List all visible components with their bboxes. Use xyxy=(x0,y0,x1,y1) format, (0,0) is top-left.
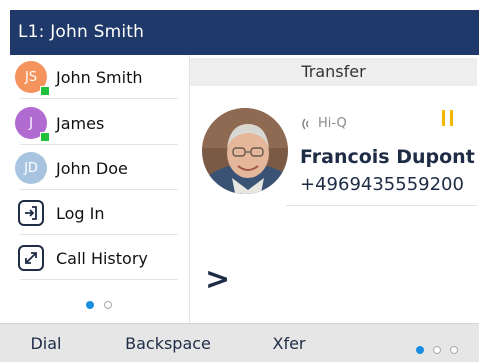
divider xyxy=(20,279,178,280)
presence-available-icon xyxy=(40,132,50,142)
caller-number: +4969435559200 xyxy=(300,174,464,195)
xfer-softkey[interactable]: Xfer xyxy=(264,324,314,363)
line-title-bar: L1: John Smith xyxy=(10,10,479,55)
page-dot xyxy=(103,301,112,309)
page-dot-active xyxy=(86,301,95,309)
sidebar-item-john-smith[interactable]: JS John Smith xyxy=(10,55,188,99)
sidebar: JS John Smith J James JD John Doe Log In… xyxy=(10,55,190,323)
divider xyxy=(286,205,477,206)
sidebar-page-indicator[interactable] xyxy=(10,294,188,313)
sidebar-item-label: James xyxy=(56,113,105,133)
sidebar-item-john-doe[interactable]: JD John Doe xyxy=(10,146,188,190)
sidebar-item-log-in[interactable]: Log In xyxy=(10,191,188,235)
hd-audio-badge: Hi-Q xyxy=(300,116,347,131)
sidebar-item-label: Call History xyxy=(56,248,148,268)
sidebar-item-james[interactable]: J James xyxy=(10,101,188,145)
backspace-softkey[interactable]: Backspace xyxy=(116,324,220,363)
divider xyxy=(20,189,178,190)
dial-softkey[interactable]: Dial xyxy=(22,324,70,363)
page-dot-active xyxy=(416,346,424,354)
caller-photo xyxy=(202,108,288,194)
softkey-bar: Dial Backspace Xfer xyxy=(0,323,479,362)
divider xyxy=(20,234,178,235)
softkey-page-indicator[interactable] xyxy=(414,339,460,358)
transfer-input-prompt[interactable]: > xyxy=(205,262,230,297)
caller-name: Francois Dupont xyxy=(300,146,475,168)
sidebar-item-call-history[interactable]: Call History xyxy=(10,236,188,280)
divider xyxy=(20,144,178,145)
avatar: JD xyxy=(15,152,47,184)
page-dot xyxy=(450,346,459,354)
call-history-icon xyxy=(18,245,44,271)
hold-pause-icon xyxy=(441,109,455,132)
divider xyxy=(20,98,178,99)
hd-audio-label: Hi-Q xyxy=(318,116,347,131)
sound-wave-icon xyxy=(302,118,309,129)
sidebar-item-label: Log In xyxy=(56,203,105,223)
sidebar-item-label: John Doe xyxy=(56,158,128,178)
sidebar-item-label: John Smith xyxy=(56,67,143,87)
phone-screen: L1: John Smith JS John Smith J James JD … xyxy=(0,0,479,362)
screen-header: Transfer xyxy=(190,58,477,86)
page-dot xyxy=(433,346,442,354)
log-in-icon xyxy=(18,200,44,226)
line-title: L1: John Smith xyxy=(18,22,145,42)
presence-available-icon xyxy=(40,86,50,96)
